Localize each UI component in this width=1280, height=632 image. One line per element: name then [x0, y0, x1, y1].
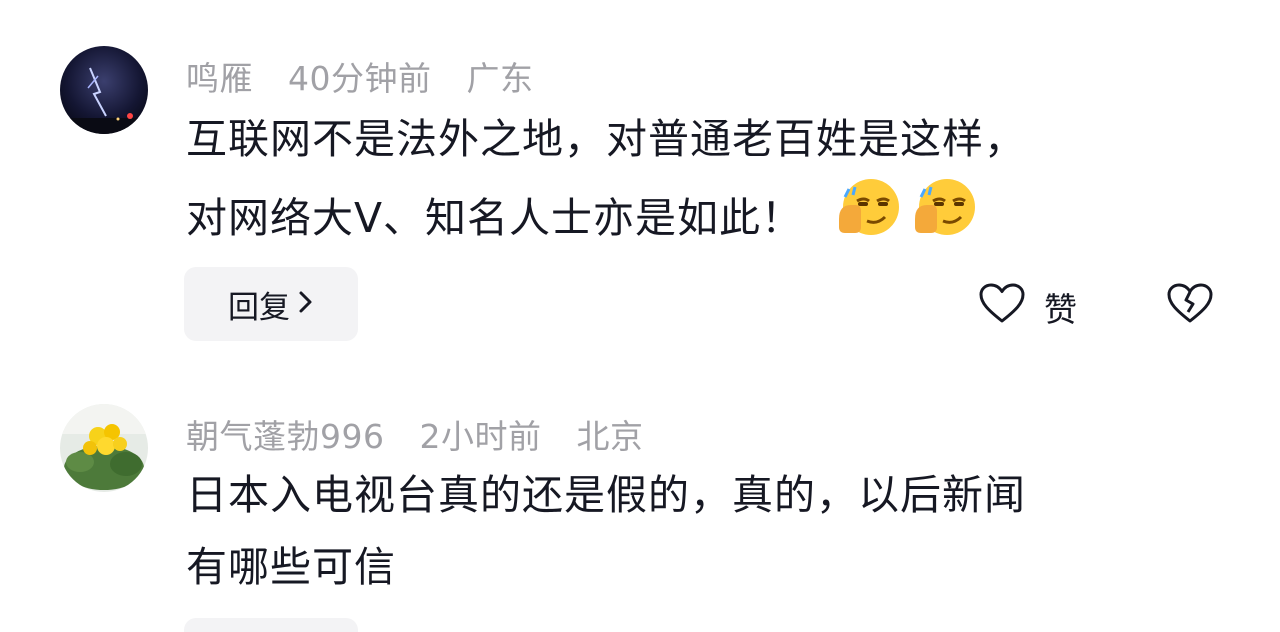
avatar[interactable] — [60, 46, 148, 134]
comment-text: 互联网不是法外之地，对普通老百姓是这样， 对网络大V、知名人士亦是如此！ — [186, 103, 1186, 261]
comment-text-line: 日本入电视台真的还是假的，真的，以后新闻 — [186, 471, 1026, 519]
comment-text-line: 互联网不是法外之地，对普通老百姓是这样， — [186, 115, 1026, 163]
comment-text-line: 对网络大V、知名人士亦是如此！ — [186, 194, 804, 242]
dislike-button[interactable] — [1166, 282, 1214, 328]
comment-meta: 朝气蓬勃996 2小时前 北京 — [186, 410, 644, 458]
comment-text-line: 有哪些可信 — [186, 543, 396, 591]
heart-icon — [978, 282, 1044, 332]
location: 北京 — [576, 417, 644, 456]
broken-heart-icon — [1166, 283, 1214, 328]
chevron-right-icon — [298, 287, 314, 322]
smirk-thumb-emoji-icon — [833, 175, 903, 261]
avatar[interactable] — [60, 404, 148, 492]
username[interactable]: 鸣雁 — [186, 59, 253, 98]
reply-label: 回复 — [228, 289, 290, 326]
reply-button[interactable] — [184, 618, 358, 632]
username[interactable]: 朝气蓬勃996 — [186, 417, 385, 456]
comment-meta: 鸣雁 40分钟前 广东 — [186, 52, 534, 100]
comment-text: 日本入电视台真的还是假的，真的，以后新闻 有哪些可信 — [186, 459, 1186, 603]
timestamp: 2小时前 — [419, 417, 542, 456]
smirk-thumb-emoji-icon — [909, 175, 979, 261]
like-label: 赞 — [1044, 290, 1077, 329]
like-button[interactable]: 赞 — [978, 282, 1077, 332]
comment-text-line-with-emoji: 对网络大V、知名人士亦是如此！ — [186, 175, 1186, 261]
location: 广东 — [466, 59, 534, 98]
timestamp: 40分钟前 — [288, 59, 432, 98]
reply-button[interactable]: 回复 — [184, 267, 358, 341]
